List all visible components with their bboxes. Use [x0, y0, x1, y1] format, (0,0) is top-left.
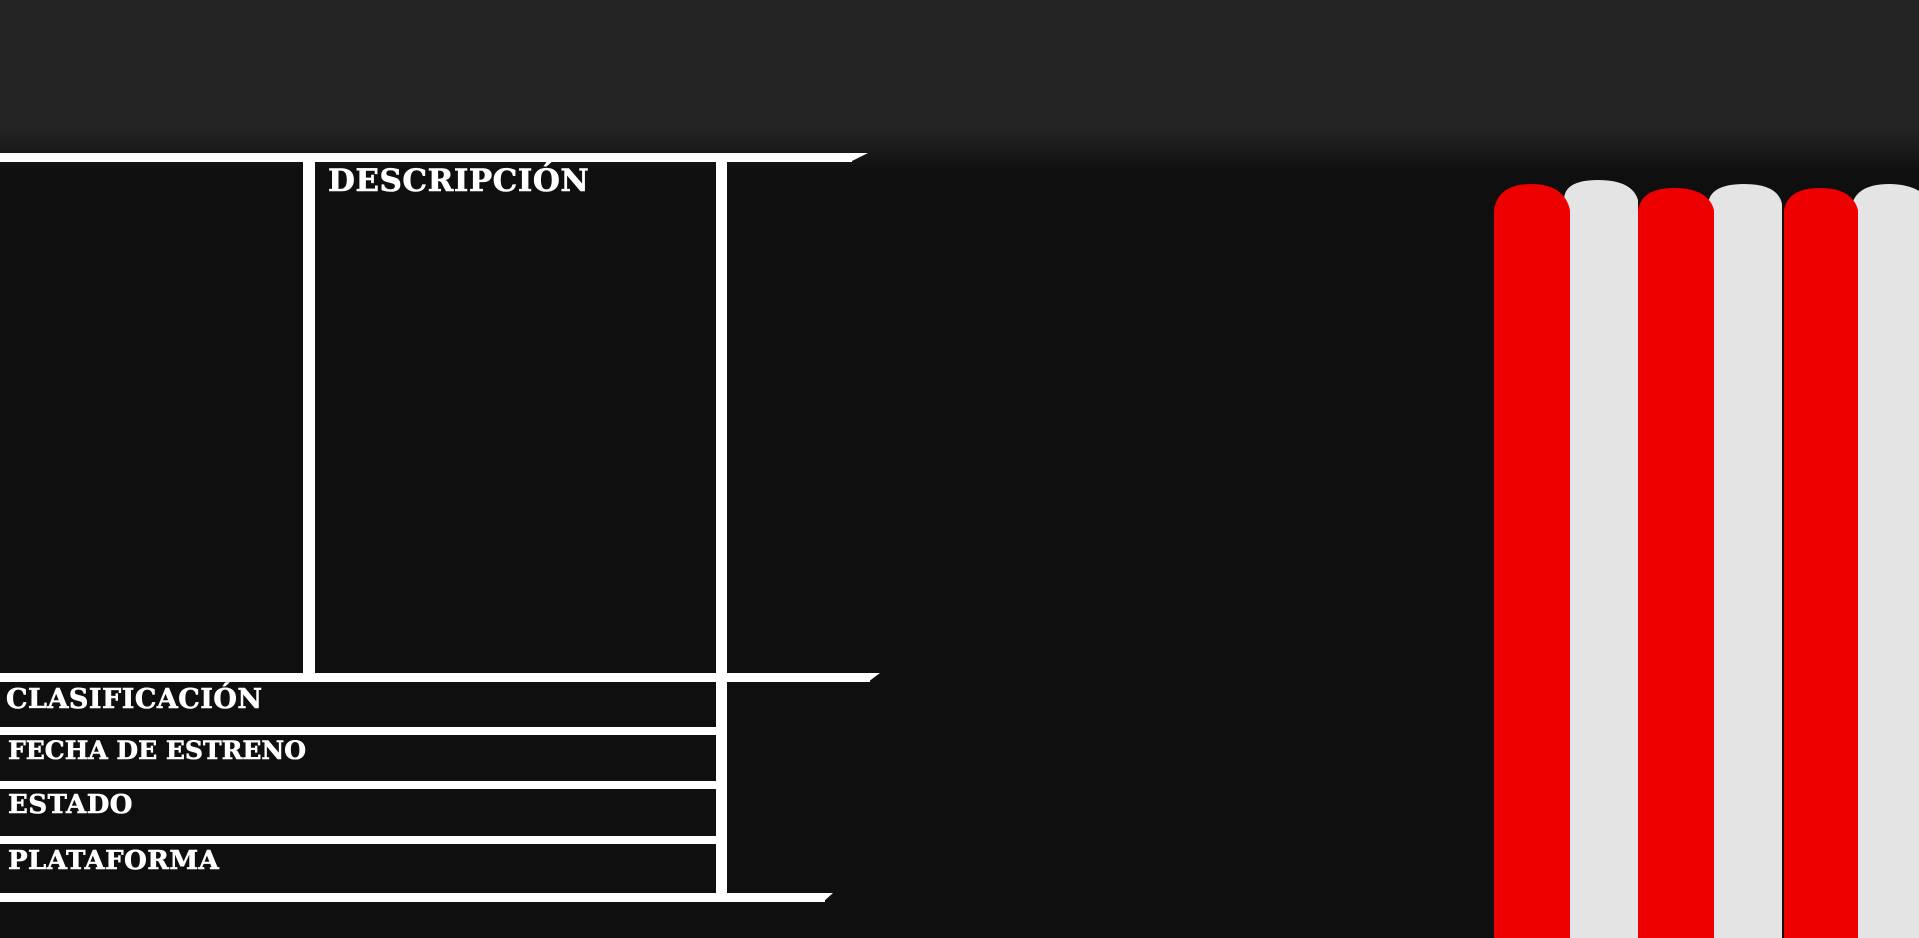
curtain-stripe-red [1784, 188, 1858, 938]
platform-label: PLATAFORMA [8, 846, 220, 876]
curtain-stripe-white [1852, 184, 1919, 938]
field-separator [0, 836, 720, 844]
curtain-stripe-red [1494, 184, 1570, 938]
frame-top-corner [850, 153, 868, 162]
curtain-stripes-svg [1494, 180, 1919, 938]
release-date-label: FECHA DE ESTRENO [8, 736, 307, 765]
field-separator [0, 727, 720, 735]
classification-label: CLASIFICACIÓN [6, 684, 263, 715]
curtain-stripe-white [1708, 184, 1782, 938]
striped-curtain-graphic [1494, 0, 1919, 938]
frame-bottom-corner [823, 893, 833, 902]
frame-bottom-line [0, 893, 825, 902]
status-label: ESTADO [8, 790, 133, 820]
curtain-stripe-white [1564, 180, 1638, 938]
curtain-stripe-red [1638, 188, 1714, 938]
frame-middle-corner [868, 673, 880, 682]
description-label: DESCRIPCIÓN [328, 163, 590, 199]
poster-divider-line [303, 153, 315, 676]
frame-middle-line [0, 673, 870, 682]
field-separator [0, 781, 720, 789]
